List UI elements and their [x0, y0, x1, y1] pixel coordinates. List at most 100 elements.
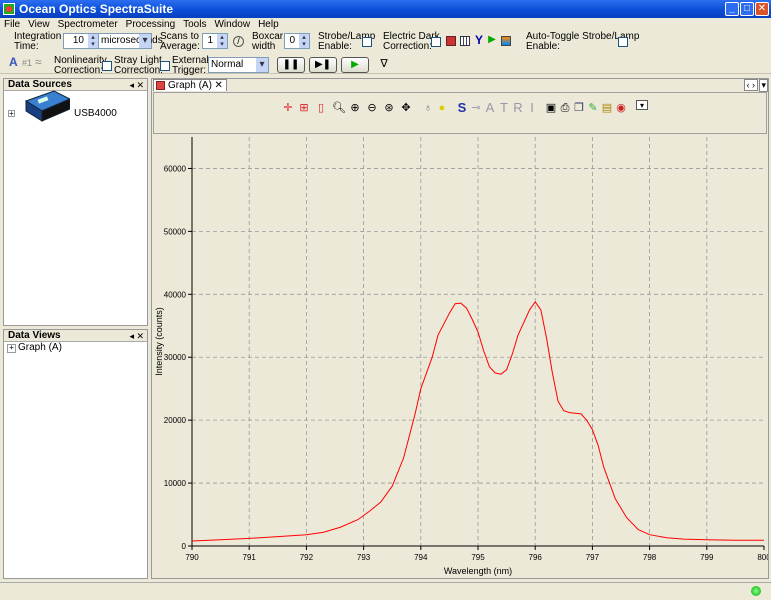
crosshair-icon[interactable]: ✛	[282, 102, 294, 114]
zoom-icon[interactable]: 🔍︎	[332, 102, 346, 114]
spectrum-chart-svg[interactable]: 790 791 792 793 794 795 796 797 798 799 800 0 10000 2…	[152, 135, 771, 578]
window-title: Ocean Optics SpectraSuite	[19, 2, 174, 16]
menu-help[interactable]: Help	[258, 19, 279, 30]
nonlin-label-2: Correction:	[54, 65, 103, 76]
autotoggle-checkbox[interactable]	[618, 37, 628, 47]
x-tick-label: 795	[471, 553, 485, 562]
menu-spectrometer[interactable]: Spectrometer	[58, 19, 118, 30]
close-tab-icon[interactable]: ✕	[215, 80, 223, 91]
export-icon[interactable]: ✎	[587, 102, 599, 114]
tab-scroll-icon[interactable]: ‹ ›	[743, 79, 758, 91]
tab-label: Graph (A)	[168, 80, 212, 91]
light-icon[interactable]: ⊸	[470, 102, 482, 114]
data-views-header: Data Views ◂ ✕	[4, 330, 147, 342]
font-sub-icon[interactable]: #1	[22, 58, 32, 68]
y-tick-label: 60000	[164, 164, 187, 173]
y-tick-label: 10000	[164, 479, 187, 488]
integration-label-2: Time:	[14, 41, 39, 52]
print-icon[interactable]: ⎙	[559, 102, 571, 114]
graph-area: Graph (A) ✕ ‹ › ▾ ✛ ⊞ ▯ 🔍︎ ⊕ ⊖ ⊛ ✥ ♁ ● S…	[151, 78, 771, 579]
filter-icon[interactable]: Y	[474, 34, 484, 46]
scope-mode-icon[interactable]: S	[456, 101, 468, 114]
strobe-label-2: Enable:	[318, 41, 352, 52]
data-views-title: Data Views	[8, 330, 61, 341]
settings-icon[interactable]: ▤	[601, 102, 613, 114]
data-view-item[interactable]: Graph (A)	[4, 342, 147, 354]
font-a-icon[interactable]: A	[9, 56, 18, 68]
trigger-label-2: Trigger:	[172, 65, 207, 76]
connection-status-icon	[751, 586, 761, 596]
x-tick-label: 793	[357, 553, 371, 562]
pause-button[interactable]: ❚❚	[277, 57, 305, 73]
table-icon[interactable]	[460, 36, 470, 46]
integration-unit-select[interactable]: microseconds	[98, 33, 163, 49]
dark-label-2: Correction:	[383, 41, 432, 52]
y-tick-label: 40000	[164, 290, 187, 299]
y-tick-label: 20000	[164, 416, 187, 425]
expand-icon[interactable]: +	[8, 110, 15, 118]
overlay-icon[interactable]: ◉	[615, 102, 627, 114]
zoom-y-icon[interactable]: ▯	[315, 102, 327, 114]
x-tick-label: 797	[586, 553, 600, 562]
integration-time-input[interactable]: 10	[63, 33, 99, 49]
x-tick-label: 796	[529, 553, 543, 562]
x-axis-label: Wavelength (nm)	[444, 566, 512, 576]
tab-graph-a[interactable]: Graph (A) ✕	[153, 79, 227, 91]
menu-tools[interactable]: Tools	[183, 19, 206, 30]
transmission-mode-icon[interactable]: T	[498, 101, 510, 114]
x-tick-label: 790	[185, 553, 199, 562]
nonlinearity-checkbox[interactable]	[102, 61, 112, 71]
menu-processing[interactable]: Processing	[126, 19, 175, 30]
minimize-icon[interactable]: _	[725, 2, 739, 16]
funnel-icon[interactable]: ∇	[379, 59, 389, 70]
scans-average-input[interactable]: 1	[202, 33, 228, 49]
panel-controls-icon[interactable]: ◂ ✕	[129, 79, 144, 91]
plot-toolbar: ✛ ⊞ ▯ 🔍︎ ⊕ ⊖ ⊛ ✥ ♁ ● S ⊸ A T R I ▣ ⎙ ❐ ✎…	[153, 92, 767, 134]
y-axis-label: Intensity (counts)	[154, 307, 164, 376]
spectrometer-device-icon	[24, 90, 70, 122]
menu-view[interactable]: View	[28, 19, 50, 30]
x-tick-label: 799	[700, 553, 714, 562]
pan-icon[interactable]: ✥	[400, 102, 412, 114]
zoom-box-icon[interactable]: ⊞	[298, 102, 310, 114]
trigger-mode-select[interactable]: Normal	[208, 57, 269, 73]
zoom-in-icon[interactable]: ⊕	[349, 102, 361, 114]
status-bar	[0, 582, 771, 600]
plot-menu-icon[interactable]: ▾	[636, 100, 648, 110]
reference-icon[interactable]	[501, 36, 511, 46]
close-icon[interactable]: ✕	[755, 2, 769, 16]
panel-controls-icon[interactable]: ◂ ✕	[129, 330, 144, 342]
menu-window[interactable]: Window	[214, 19, 250, 30]
stray-light-checkbox[interactable]	[160, 61, 170, 71]
play-button[interactable]: ▶	[341, 57, 369, 73]
device-label[interactable]: USB4000	[74, 108, 117, 119]
data-sources-panel: Data Sources ◂ ✕ + USB4000	[3, 78, 148, 326]
data-views-panel: Data Views ◂ ✕ Graph (A)	[3, 329, 148, 579]
electric-dark-checkbox[interactable]	[431, 37, 441, 47]
bulb-off-icon[interactable]: ♁	[422, 102, 434, 114]
maximize-icon[interactable]: □	[740, 2, 754, 16]
menu-file[interactable]: File	[4, 19, 20, 30]
window-controls: _ □ ✕	[725, 2, 769, 16]
zoom-fit-icon[interactable]: ⊛	[383, 102, 395, 114]
absorbance-mode-icon[interactable]: A	[484, 101, 496, 114]
acquisition-toolbar: Integration Time: 10 microseconds Scans …	[0, 30, 771, 76]
tab-menu-icon[interactable]: ▾	[759, 79, 768, 92]
x-tick-label: 794	[414, 553, 428, 562]
boxcar-width-input[interactable]: 0	[284, 33, 310, 49]
reflectance-mode-icon[interactable]: R	[512, 101, 524, 114]
x-tick-label: 798	[643, 553, 657, 562]
copy-icon[interactable]: ❐	[573, 102, 585, 114]
clear-icon[interactable]: /	[233, 36, 244, 47]
irradiance-mode-icon[interactable]: I	[526, 101, 538, 114]
arrow-icon[interactable]: ▶	[487, 35, 497, 45]
x-tick-label: 800	[757, 553, 768, 562]
save-icon[interactable]: ▣	[545, 102, 557, 114]
wave-icon[interactable]: ≈	[35, 56, 42, 68]
zoom-out-icon[interactable]: ⊖	[366, 102, 378, 114]
strobe-enable-checkbox[interactable]	[362, 37, 372, 47]
tab-strip: Graph (A) ✕ ‹ › ▾	[152, 79, 768, 92]
single-scan-button[interactable]: ▶❚	[309, 57, 337, 73]
store-dark-icon[interactable]	[446, 36, 456, 46]
bulb-on-icon[interactable]: ●	[436, 102, 448, 114]
